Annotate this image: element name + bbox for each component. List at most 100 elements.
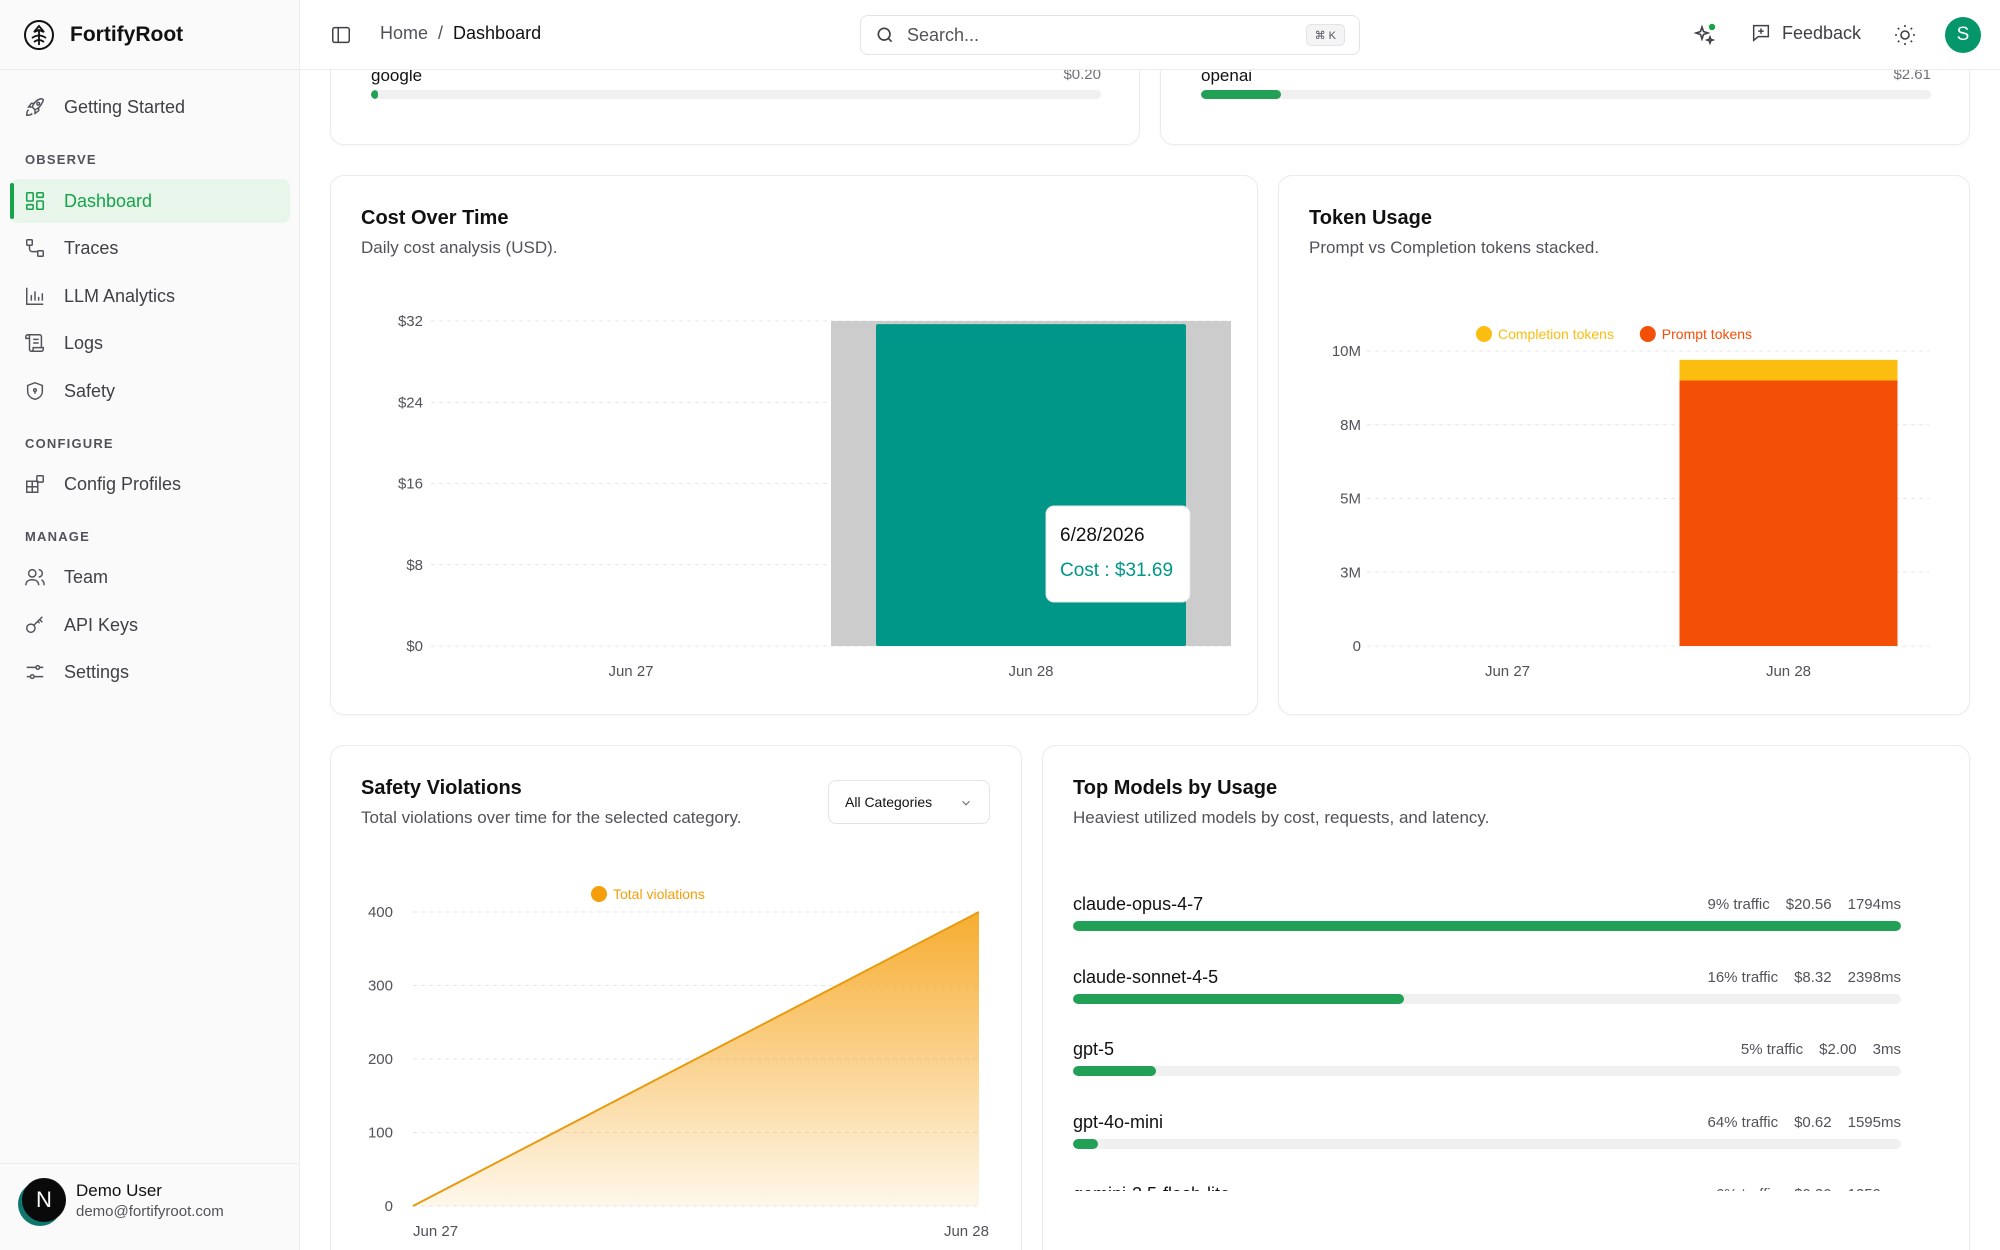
model-cost: $8.32 xyxy=(1794,968,1832,986)
token-usage-card: Token Usage Prompt vs Completion tokens … xyxy=(1278,175,1970,715)
model-stats: 64% traffic $0.62 1595ms xyxy=(1707,1114,1901,1131)
model-row[interactable]: gpt-5 5% traffic $2.00 3ms xyxy=(1073,1039,1901,1089)
model-traffic: 16% traffic xyxy=(1707,968,1779,986)
sidebar-toggle-icon[interactable] xyxy=(330,24,352,46)
sidebar-item-label: Safety xyxy=(64,380,116,401)
top-header: Home / Dashboard Search... ⌘ K Feedback … xyxy=(300,0,2000,70)
model-latency: 2398ms xyxy=(1847,968,1901,986)
cost-chart[interactable]: $0 $8 $16 $24 $32 Jun 27 Jun 28 6/28/2026 Cost :… xyxy=(331,176,1257,714)
safety-violations-card: Safety Violations Total violations over … xyxy=(330,745,1022,1250)
model-bar-track xyxy=(1073,1138,1901,1149)
breadcrumb-separator: / xyxy=(438,23,444,43)
model-latency: 1595ms xyxy=(1847,1113,1901,1131)
model-row[interactable]: claude-opus-4-7 9% traffic $20.56 1794ms xyxy=(1073,894,1901,944)
sparkle-notification-icon[interactable] xyxy=(1693,23,1717,47)
user-menu[interactable]: N Demo User demo@fortifyroot.com xyxy=(22,1178,224,1222)
cost-over-time-card: Cost Over Time Daily cost analysis (USD)… xyxy=(330,175,1258,715)
dashboard-grid-icon xyxy=(25,191,45,211)
provider-bar-fill xyxy=(1201,90,1282,99)
sidebar-item-label: Settings xyxy=(64,661,130,682)
x-tick-label: Jun 28 xyxy=(1008,663,1053,680)
model-latency: 1794ms xyxy=(1847,896,1901,913)
user-name: Demo User xyxy=(76,1180,162,1200)
legend-label: Completion tokens xyxy=(1498,326,1614,342)
breadcrumb-home[interactable]: Home xyxy=(380,23,428,44)
y-tick-label: 10M xyxy=(1332,343,1361,360)
users-icon xyxy=(25,568,45,586)
sidebar-item-config-profiles[interactable]: Config Profiles xyxy=(10,462,290,506)
sidebar-item-traces[interactable]: Traces xyxy=(10,226,290,270)
avatar: N xyxy=(22,1178,66,1222)
sidebar: FortifyRoot Getting Started OBSERVE Dash… xyxy=(0,0,300,1250)
sidebar-item-dashboard[interactable]: Dashboard xyxy=(10,179,290,223)
y-tick-label: 400 xyxy=(368,904,393,921)
model-traffic: 6% traffic xyxy=(1716,1186,1778,1191)
model-name: gpt-5 xyxy=(1073,1039,1115,1059)
y-tick-label: 8M xyxy=(1340,417,1361,434)
sidebar-item-label: Traces xyxy=(64,237,119,258)
sidebar-item-getting-started[interactable]: Getting Started xyxy=(10,85,290,129)
legend-swatch xyxy=(1476,326,1492,342)
x-tick-label: Jun 28 xyxy=(944,1223,989,1240)
sidebar-item-label: Getting Started xyxy=(64,96,186,117)
model-bar-fill xyxy=(1073,1066,1156,1076)
rocket-icon xyxy=(26,98,44,116)
theme-sun-icon[interactable] xyxy=(1893,23,1917,47)
y-tick-label: $16 xyxy=(398,476,423,493)
sidebar-item-llm-analytics[interactable]: LLM Analytics xyxy=(10,274,290,318)
y-tick-label: 100 xyxy=(368,1125,393,1142)
breadcrumb: Home / Dashboard xyxy=(380,23,541,44)
safety-chart[interactable]: 0 100 200 300 400 Total violations Jun 27 Jun 2… xyxy=(331,746,1021,1250)
legend-label: Total violations xyxy=(613,886,705,902)
model-bar-fill xyxy=(1073,921,1901,931)
provider-bar-track xyxy=(371,90,1101,99)
token-chart[interactable]: 0 3M 5M 8M 10M Completion tokens Prompt tokens… xyxy=(1279,176,1969,714)
x-tick-label: Jun 28 xyxy=(1766,663,1811,680)
search-input[interactable]: Search... ⌘ K xyxy=(860,15,1360,55)
model-row[interactable]: claude-sonnet-4-5 16% traffic $8.32 2398ms xyxy=(1073,967,1901,1017)
model-stats: 6% traffic $0.20 1259ms xyxy=(1716,1186,1901,1191)
model-row[interactable]: gemini-2.5-flash-lite 6% traffic $0.20 1259… xyxy=(1073,1184,1901,1191)
account-avatar[interactable]: S xyxy=(1945,17,1981,53)
model-row[interactable]: gpt-4o-mini 64% traffic $0.62 1595ms xyxy=(1073,1112,1901,1162)
sidebar-item-api-keys[interactable]: API Keys xyxy=(10,603,290,647)
models-list: claude-opus-4-7 9% traffic $20.56 1794ms cla… xyxy=(1043,894,1971,1191)
sidebar-item-settings[interactable]: Settings xyxy=(10,650,290,694)
model-name: claude-opus-4-7 xyxy=(1073,894,1204,914)
shield-icon xyxy=(26,381,44,401)
y-tick-label: 5M xyxy=(1340,491,1361,508)
top-models-card: Top Models by Usage Heaviest utilized mo… xyxy=(1042,745,1970,1250)
section-observe: OBSERVE xyxy=(25,152,97,167)
y-tick-label: $32 xyxy=(398,313,423,330)
model-bar-fill xyxy=(1073,1138,1098,1149)
search-placeholder: Search... xyxy=(907,24,980,45)
sidebar-item-label: Logs xyxy=(64,332,104,353)
sidebar-item-label: API Keys xyxy=(64,614,139,635)
scroll-log-icon xyxy=(25,334,44,352)
legend-swatch xyxy=(1639,326,1656,342)
model-stats: 9% traffic $20.56 1794ms xyxy=(1707,896,1901,913)
feedback-icon xyxy=(1752,24,1770,42)
sidebar-item-logs[interactable]: Logs xyxy=(10,321,290,365)
legend-label: Prompt tokens xyxy=(1662,326,1752,342)
brand[interactable]: FortifyRoot xyxy=(22,17,183,53)
sidebar-divider xyxy=(0,69,300,70)
sidebar-item-label: LLM Analytics xyxy=(64,285,176,306)
traces-icon xyxy=(26,239,44,257)
user-email: demo@fortifyroot.com xyxy=(76,1202,224,1220)
model-stats: 5% traffic $2.00 3ms xyxy=(1741,1041,1901,1058)
sidebar-item-safety[interactable]: Safety xyxy=(10,369,290,413)
breadcrumb-current: Dashboard xyxy=(453,23,542,43)
model-cost: $0.62 xyxy=(1794,1113,1832,1131)
search-icon xyxy=(877,27,893,43)
model-name: gpt-4o-mini xyxy=(1073,1111,1164,1132)
card-title: Top Models by Usage xyxy=(1073,777,1278,799)
y-tick-label: $8 xyxy=(406,557,423,574)
feedback-label: Feedback xyxy=(1782,22,1862,43)
key-icon xyxy=(26,616,43,634)
sidebar-item-team[interactable]: Team xyxy=(10,555,290,599)
y-tick-label: 200 xyxy=(368,1051,393,1068)
feedback-button[interactable]: Feedback xyxy=(1750,22,1861,44)
model-cost: $0.20 xyxy=(1794,1186,1832,1191)
provider-bar-track xyxy=(1201,90,1931,99)
